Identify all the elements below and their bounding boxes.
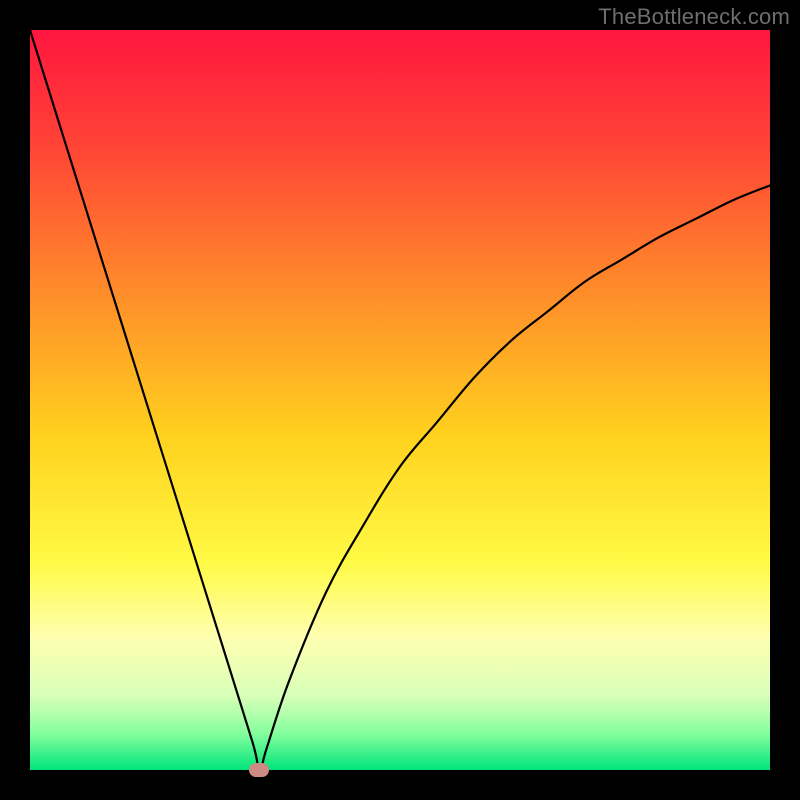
plot-svg [30,30,770,770]
chart-frame: TheBottleneck.com [0,0,800,800]
plot-area [30,30,770,770]
gradient-background [30,30,770,770]
optimal-point-marker [249,763,269,777]
watermark-text: TheBottleneck.com [598,4,790,30]
